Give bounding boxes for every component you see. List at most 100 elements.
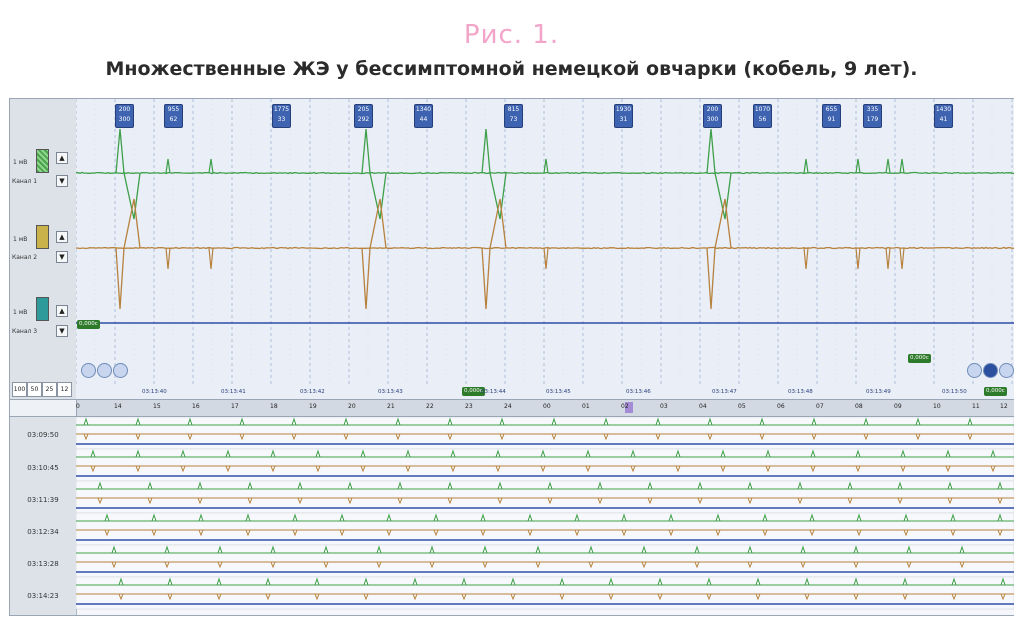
overview-strip[interactable]: 03:09:50 03:10:45 03:11:39 03:12:34 03:1… <box>10 417 1014 615</box>
hr-box: 1775 33 <box>272 104 291 128</box>
right-cursor-tag[interactable]: 0,000с <box>908 354 931 363</box>
ruler-number: 21 <box>387 403 395 410</box>
ruler-corner <box>10 400 77 416</box>
ruler-number: 19 <box>309 403 317 410</box>
qrs-complex-ch2 <box>900 248 904 269</box>
ruler-number: 07 <box>816 403 824 410</box>
ruler-number: 05 <box>738 403 746 410</box>
overview-row-time: 03:12:34 <box>10 528 76 536</box>
ruler-number: 11 <box>972 403 980 410</box>
figure-title: Рис. 1. <box>0 20 1023 50</box>
channel-1-trace <box>76 173 1014 174</box>
channel-3-cursor-tag[interactable]: 0,000с <box>77 320 100 329</box>
overview-row-time: 03:09:50 <box>10 431 76 439</box>
hr-box: 1070 56 <box>753 104 772 128</box>
channel-1-scale-down-button[interactable]: ▼ <box>56 175 68 187</box>
rewind-start-button[interactable] <box>81 363 96 378</box>
ruler-number: 06 <box>777 403 785 410</box>
pvc-complex-ch2 <box>482 199 506 309</box>
time-label: 03:13:50 <box>942 389 967 395</box>
time-label: 03:13:40 <box>142 389 167 395</box>
time-label: 03:13:47 <box>712 389 737 395</box>
zoom-100-button[interactable]: 100 <box>12 382 27 397</box>
qrs-complex-ch2 <box>209 248 213 269</box>
channel-2-color-swatch[interactable] <box>36 225 49 249</box>
channel-panel: 1 мВ ▲ Канал 1 ▼ 1 мВ ▲ Канал 2 ▼ 1 мВ ▲… <box>10 99 77 399</box>
channel-2-scale-up-button[interactable]: ▲ <box>56 231 68 243</box>
channel-3-scale-up-button[interactable]: ▲ <box>56 305 68 317</box>
time-label: 03:13:45 <box>546 389 571 395</box>
channel-3-scale-down-button[interactable]: ▼ <box>56 325 68 337</box>
step-back-button[interactable] <box>113 363 128 378</box>
hr-box: 200 300 <box>703 104 722 128</box>
overview-label-column <box>10 417 77 615</box>
ruler-number: 10 <box>933 403 941 410</box>
qrs-complex-ch2 <box>856 248 860 269</box>
pvc-complex-ch1 <box>362 129 386 219</box>
time-label: 03:13:44 <box>481 389 506 395</box>
channel-1-color-swatch[interactable] <box>36 149 49 173</box>
channel-1-scale: 1 мВ <box>13 159 27 166</box>
channel-3-scale: 1 мВ <box>13 309 27 316</box>
forward-end-button[interactable] <box>999 363 1014 378</box>
pvc-complex-ch2 <box>362 199 386 309</box>
channel-3-color-swatch[interactable] <box>36 297 49 321</box>
qrs-complex-ch1 <box>886 159 890 173</box>
ruler-number: 12 <box>1000 403 1008 410</box>
channel-2-label: Канал 2 <box>12 254 37 261</box>
channel-2-scale: 1 мВ <box>13 236 27 243</box>
qrs-complex-ch1 <box>804 159 808 173</box>
zoom-50-button[interactable]: 50 <box>27 382 42 397</box>
time-ruler[interactable]: 0 14 15 16 17 18 19 20 21 22 23 24 00 01… <box>10 399 1014 417</box>
hr-box: 1340 44 <box>414 104 433 128</box>
ecg-detail-traces <box>76 99 1014 399</box>
qrs-complex-ch2 <box>166 248 170 269</box>
ruler-number: 04 <box>699 403 707 410</box>
ruler-number: 00 <box>543 403 551 410</box>
hr-box: 955 62 <box>164 104 183 128</box>
time-label: 03:13:49 <box>866 389 891 395</box>
qrs-complex-ch1 <box>544 159 548 173</box>
ruler-number: 18 <box>270 403 278 410</box>
ruler-number: 22 <box>426 403 434 410</box>
channel-1-scale-up-button[interactable]: ▲ <box>56 152 68 164</box>
qrs-complex-ch1 <box>856 159 860 173</box>
ruler-number: 01 <box>582 403 590 410</box>
ecg-detail-view[interactable]: 200 300 955 62 1775 33 205 292 1340 44 815 73 … <box>76 99 1014 399</box>
qrs-complex-ch1 <box>900 159 904 173</box>
ecg-viewer-window: 1 мВ ▲ Канал 1 ▼ 1 мВ ▲ Канал 2 ▼ 1 мВ ▲… <box>9 98 1014 616</box>
overview-row-time: 03:11:39 <box>10 496 76 504</box>
time-label: 03:13:41 <box>221 389 246 395</box>
qrs-complex-ch1 <box>166 159 170 173</box>
qrs-complex-ch2 <box>544 248 548 269</box>
end-cursor-tag[interactable]: 0,000с <box>984 387 1007 396</box>
hr-box: 205 292 <box>354 104 373 128</box>
pvc-complex-ch1 <box>482 129 506 219</box>
hr-box: 1930 31 <box>614 104 633 128</box>
ruler-number: 16 <box>192 403 200 410</box>
qrs-complex-ch1 <box>209 159 213 173</box>
channel-3-label: Канал 3 <box>12 328 37 335</box>
pvc-complex-ch2 <box>116 199 140 309</box>
time-label: 03:13:46 <box>626 389 651 395</box>
time-label: 03:13:42 <box>300 389 325 395</box>
zoom-25-button[interactable]: 25 <box>42 382 57 397</box>
hr-box: 1430 41 <box>934 104 953 128</box>
hr-box: 335 179 <box>863 104 882 128</box>
qrs-complex-ch2 <box>886 248 890 269</box>
zoom-12-button[interactable]: 12 <box>57 382 72 397</box>
channel-1-label: Канал 1 <box>12 178 37 185</box>
ruler-number: 08 <box>855 403 863 410</box>
overview-traces <box>76 417 1014 615</box>
ruler-number: 23 <box>465 403 473 410</box>
channel-2-scale-down-button[interactable]: ▼ <box>56 251 68 263</box>
rewind-button[interactable] <box>97 363 112 378</box>
ruler-number: 0 <box>76 403 80 410</box>
overview-row-time: 03:10:45 <box>10 464 76 472</box>
fast-forward-button[interactable] <box>983 363 998 378</box>
ruler-number: 24 <box>504 403 512 410</box>
overview-row-time: 03:14:23 <box>10 592 76 600</box>
ruler-number: 02 <box>621 403 629 410</box>
pvc-complex-ch1 <box>116 129 140 219</box>
step-forward-button[interactable] <box>967 363 982 378</box>
